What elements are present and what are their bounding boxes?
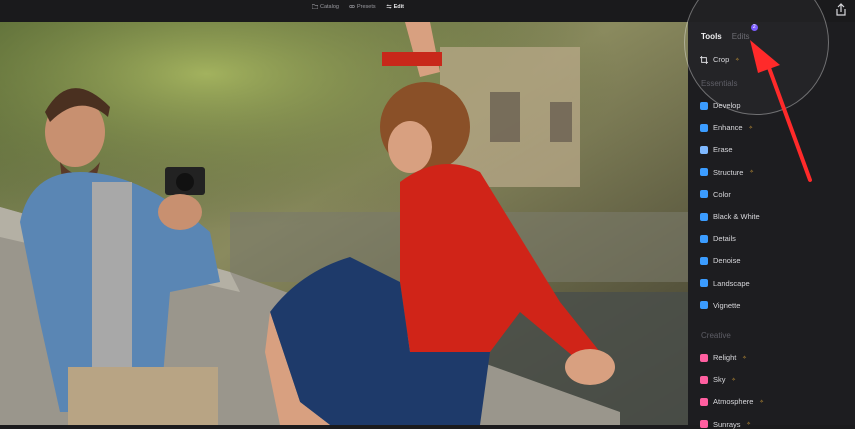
section-creative: Creative [701, 331, 731, 340]
ai-badge: ✧ [746, 421, 751, 428]
develop-icon [700, 101, 708, 110]
mode-catalog[interactable]: Catalog [312, 4, 339, 10]
tool-sunrays[interactable]: Sunrays ✧ [700, 420, 751, 429]
mode-edit[interactable]: Edit [386, 4, 404, 10]
edit-sliders-icon [386, 4, 392, 9]
tool-label: Details [713, 234, 736, 244]
tool-erase[interactable]: Erase [700, 145, 733, 154]
crop-icon [700, 55, 708, 64]
tool-label: Black & White [713, 212, 760, 221]
presets-icon [349, 5, 355, 8]
tool-label: Develop [713, 101, 741, 110]
tool-label: Relight [713, 353, 737, 362]
folder-icon [312, 4, 318, 9]
mode-presets[interactable]: Presets [349, 4, 376, 10]
structure-icon [700, 168, 708, 177]
tool-vignette[interactable]: Vignette [700, 301, 740, 310]
landscape-icon [700, 279, 708, 288]
tool-label: Landscape [713, 278, 750, 288]
tool-label: Structure [713, 167, 744, 177]
mode-edit-label: Edit [393, 3, 405, 10]
tool-label: Enhance [713, 123, 743, 133]
sky-icon [700, 375, 708, 384]
photo-canvas[interactable] [0, 22, 688, 425]
edits-count-badge: 2 [750, 24, 758, 31]
denoise-icon [700, 256, 708, 265]
annotation-arrow [750, 40, 812, 182]
ai-badge: ✧ [731, 376, 736, 383]
tool-crop[interactable]: Crop ✧ [700, 55, 739, 64]
tool-denoise[interactable]: Denoise [700, 256, 741, 265]
black-white-icon [700, 212, 708, 221]
tab-tools[interactable]: Tools [701, 32, 722, 41]
tool-label: Atmosphere [713, 397, 754, 407]
details-icon [700, 234, 708, 243]
tool-color[interactable]: Color [700, 190, 731, 199]
ai-badge: ✧ [759, 398, 764, 405]
tool-crop-label: Crop [713, 55, 730, 64]
mode-switcher: Catalog Presets Edit [312, 0, 404, 13]
tool-label: Denoise [713, 256, 741, 266]
tool-label: Vignette [713, 300, 741, 310]
vignette-icon [700, 301, 708, 310]
tool-label: Erase [713, 145, 733, 155]
tool-atmosphere[interactable]: Atmosphere ✧ [700, 397, 764, 406]
sunrays-icon [700, 420, 708, 429]
mode-presets-label: Presets [356, 3, 376, 10]
tool-sky[interactable]: Sky ✧ [700, 375, 736, 384]
tool-label: Color [713, 189, 731, 199]
tool-relight[interactable]: Relight ✧ [700, 353, 747, 362]
erase-icon [700, 145, 708, 154]
relight-icon [700, 353, 708, 362]
tool-black-white[interactable]: Black & White [700, 212, 760, 221]
mode-catalog-label: Catalog [320, 3, 339, 10]
tool-develop[interactable]: Develop [700, 101, 741, 110]
color-icon [700, 190, 708, 199]
section-essentials: Essentials [701, 79, 738, 88]
tool-landscape[interactable]: Landscape [700, 279, 750, 288]
ai-badge: ✧ [735, 56, 740, 63]
tool-label: Sunrays [713, 419, 741, 429]
enhance-icon [700, 123, 708, 132]
tool-details[interactable]: Details [700, 234, 736, 243]
share-icon[interactable] [834, 3, 848, 17]
tool-label: Sky [713, 375, 726, 385]
photo-image [0, 22, 688, 425]
ai-badge: ✧ [742, 354, 747, 361]
atmosphere-icon [700, 397, 708, 406]
